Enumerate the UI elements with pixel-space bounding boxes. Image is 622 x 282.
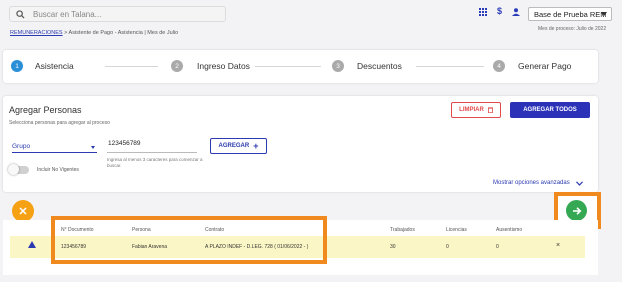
user-icon[interactable] <box>512 8 520 18</box>
close-icon[interactable]: ✕ <box>12 200 34 222</box>
clear-button[interactable]: LIMPIAR <box>451 102 501 118</box>
include-inactive-toggle[interactable] <box>8 164 29 175</box>
col-header-ausentismo: Ausentismo <box>496 227 523 233</box>
breadcrumb: REMUNERACIONES > Asistente de Pago - Asi… <box>10 30 178 36</box>
company-value: Base de Prueba REM <box>534 9 607 19</box>
step-4-label[interactable]: Generar Pago <box>518 61 571 71</box>
warning-icon <box>28 241 36 248</box>
toggle-knob <box>8 164 19 175</box>
step-1-number: 1 <box>11 60 23 72</box>
group-select-value: Grupo <box>12 143 31 150</box>
caret-down-icon <box>601 12 607 16</box>
document-input[interactable]: 123456789 <box>107 140 197 153</box>
step-connector <box>416 66 484 67</box>
cell-trabajados[interactable]: 30 <box>390 244 396 250</box>
step-4-number: 4 <box>493 60 505 72</box>
col-header-licencias: Licencias <box>446 227 467 233</box>
arrow-right-icon <box>572 206 581 215</box>
grid-icon[interactable] <box>479 8 487 18</box>
include-inactive-label: Incluir No Vigentes <box>37 167 79 173</box>
step-connector <box>255 66 321 67</box>
next-button[interactable] <box>566 200 587 221</box>
panel-title: Agregar Personas <box>9 105 82 115</box>
remove-row-icon[interactable]: × <box>556 242 560 249</box>
caret-down-icon <box>91 146 95 149</box>
step-2-number: 2 <box>171 60 183 72</box>
chevron-down-icon <box>575 180 583 186</box>
search-bar[interactable]: Buscar en Talana... <box>9 6 226 22</box>
search-icon <box>16 9 25 19</box>
step-1-label[interactable]: Asistencia <box>35 61 74 71</box>
dollar-icon[interactable]: $ <box>497 6 502 16</box>
stepper: 1 Asistencia 2 Ingreso Datos 3 Descuento… <box>3 50 598 83</box>
add-button-label: AGREGAR <box>218 143 250 149</box>
company-select[interactable]: Base de Prueba REM <box>528 7 612 21</box>
search-input[interactable]: Buscar en Talana... <box>33 10 101 19</box>
row-highlight-box <box>51 216 327 264</box>
breadcrumb-link[interactable]: REMUNERACIONES <box>10 30 63 36</box>
step-2-label[interactable]: Ingreso Datos <box>197 61 250 71</box>
clear-button-label: LIMPIAR <box>459 107 484 113</box>
plus-icon: + <box>253 141 259 151</box>
add-all-button[interactable]: AGREGAR TODOS <box>510 102 590 118</box>
trash-icon <box>487 107 493 113</box>
search-hint: Ingresa al menos 3 caracteres para comen… <box>107 157 203 168</box>
breadcrumb-current: > Asistente de Pago - Asistencia | Mes d… <box>62 30 179 36</box>
cell-licencias[interactable]: 0 <box>446 244 449 250</box>
add-button[interactable]: AGREGAR + <box>210 138 267 154</box>
advanced-options-label: Mostrar opciones avanzadas <box>493 180 570 186</box>
advanced-options-toggle[interactable]: Mostrar opciones avanzadas <box>493 180 583 186</box>
cell-ausentismo[interactable]: 0 <box>496 244 499 250</box>
step-connector <box>105 66 158 67</box>
step-3-number: 3 <box>332 60 344 72</box>
panel-subtitle: Selecciona personas para agregar al proc… <box>9 120 110 126</box>
col-header-trabajados: Trabajados <box>390 227 415 233</box>
group-select[interactable]: Grupo <box>12 143 97 153</box>
step-3-label[interactable]: Descuentos <box>357 61 402 71</box>
process-period: Mes de proceso: Julio de 2022 <box>538 26 607 32</box>
